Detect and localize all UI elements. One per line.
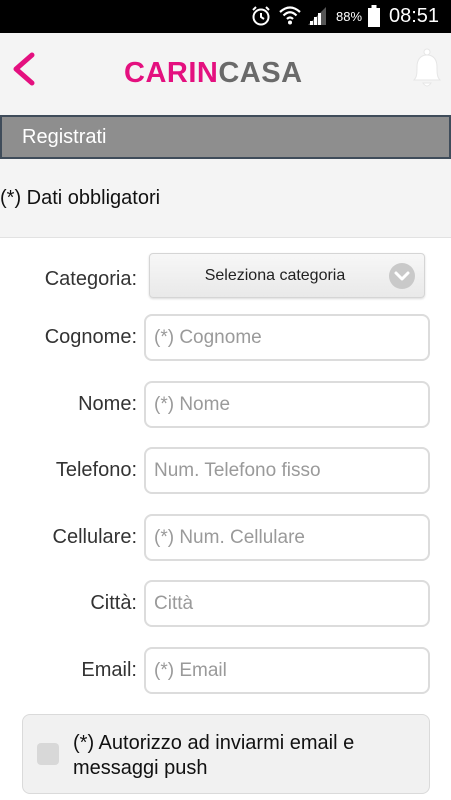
phone-input[interactable] [144,447,430,494]
clock: 08:51 [389,5,440,27]
surname-input[interactable] [144,314,430,361]
wifi-icon [279,6,301,25]
battery-icon [368,5,380,27]
email-label: Email: [81,659,137,681]
city-label: Città: [90,592,137,614]
surname-label: Cognome: [44,326,137,348]
category-label: Categoria: [44,268,137,290]
mobile-label: Cellulare: [52,526,137,548]
consent-checkbox[interactable] [37,743,59,765]
city-input[interactable] [144,580,430,627]
mobile-input[interactable] [144,514,430,561]
consent-label: (*) Autorizzo ad inviarmi email e messag… [73,732,355,779]
alarm-icon [252,6,270,26]
required-fields-note: (*) Dati obbligatori [0,187,161,209]
section-title-bar: Registrati [0,115,451,159]
chevron-left-icon [13,52,35,86]
phone-label: Telefono: [55,459,137,481]
app-header: CARINCASA [0,33,451,115]
brand-part1: CARIN [124,57,219,89]
brand-part2: CASA [218,57,303,89]
bell-icon [412,48,442,87]
category-selected-value: Seleziona categoria [204,267,346,284]
consent-row[interactable]: (*) Autorizzo ad inviarmi email e messag… [22,714,430,794]
section-title: Registrati [22,126,107,148]
status-bar: 88% 08:51 [0,0,451,33]
chevron-down-icon [389,263,415,289]
email-input[interactable] [144,647,430,694]
name-input[interactable] [144,381,430,428]
battery-percent: 88% [336,9,363,24]
name-label: Nome: [78,393,137,415]
back-button[interactable] [8,49,42,89]
notifications-button[interactable] [408,47,446,91]
brand-logo: CARINCASA [124,57,303,90]
category-select[interactable]: Seleziona categoria [149,253,425,298]
signal-icon [308,7,326,25]
